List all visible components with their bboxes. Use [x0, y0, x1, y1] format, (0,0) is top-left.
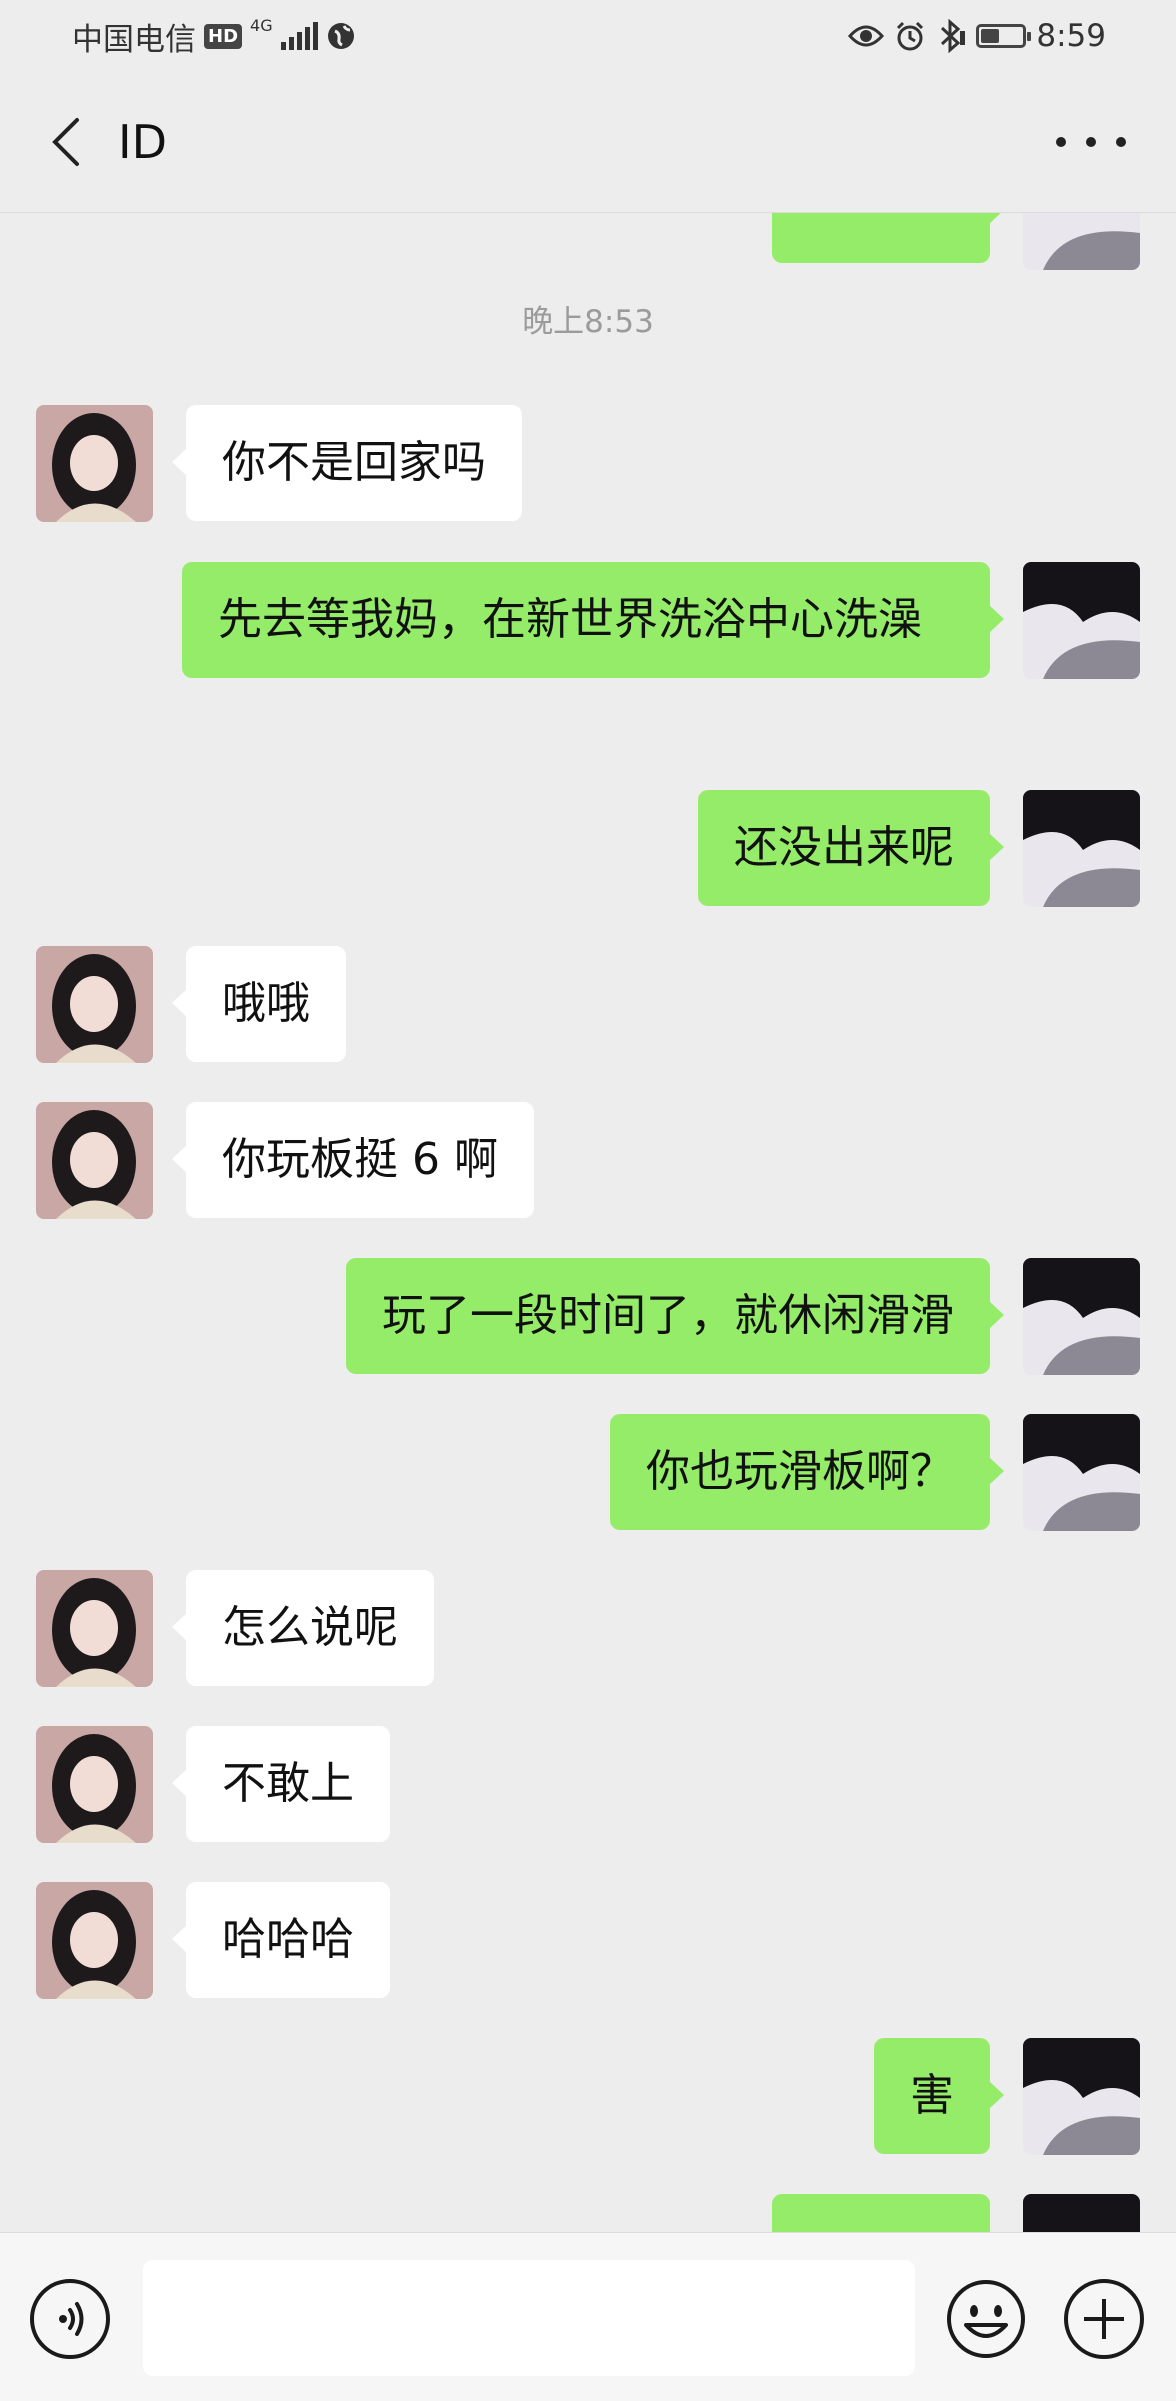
- avatar-self[interactable]: [1023, 213, 1140, 270]
- alarm-icon: [897, 21, 924, 51]
- more-button[interactable]: [1056, 112, 1126, 172]
- message-bubble[interactable]: 怎么说呢: [172, 1570, 434, 1686]
- chat-title: ID: [118, 115, 167, 169]
- message-bubble[interactable]: 玩了一段时间了，就休闲滑滑: [346, 1258, 1004, 1374]
- avatar-contact[interactable]: [36, 946, 153, 1063]
- avatar-contact[interactable]: [36, 1726, 153, 1843]
- emoji-icon: [947, 2280, 1025, 2358]
- message-bubble[interactable]: 你也玩滑板啊？: [610, 1414, 1004, 1530]
- emoji-button[interactable]: [946, 2279, 1026, 2359]
- eye-icon: [848, 25, 885, 47]
- avatar-self[interactable]: [1023, 1414, 1140, 1531]
- back-chevron-icon: [52, 118, 79, 166]
- message-bubble[interactable]: 哈哈哈: [172, 1882, 390, 1998]
- avatar-contact[interactable]: [36, 405, 153, 522]
- message-bubble[interactable]: 不敢上: [172, 1726, 390, 1842]
- message-bubble-partial[interactable]: [772, 213, 1004, 263]
- bluetooth-icon: [941, 19, 966, 53]
- carrier-label: 中国电信: [72, 21, 196, 58]
- avatar-self[interactable]: [1023, 1258, 1140, 1375]
- status-bar: 中国电信 HD 4G 8:59: [0, 0, 1176, 72]
- wifi-globe-icon: [327, 23, 354, 49]
- voice-icon: [59, 2302, 84, 2336]
- status-left: 中国电信 HD 4G: [72, 12, 356, 60]
- chat-header: ID: [0, 72, 1176, 213]
- message-input[interactable]: [143, 2260, 915, 2376]
- input-bar: [0, 2232, 1176, 2401]
- signal-icon: [280, 22, 318, 50]
- avatar-contact[interactable]: [36, 1882, 153, 1999]
- avatar-self[interactable]: [1023, 2038, 1140, 2155]
- message-list[interactable]: 晚上8:53 你不是回家吗 先去等我妈，在新世界洗浴中心洗澡 还没出来呢 哦哦 …: [0, 213, 1176, 2232]
- battery-icon: [976, 24, 1032, 48]
- plus-button[interactable]: [1064, 2279, 1144, 2359]
- timestamp: 晚上8:53: [522, 304, 654, 340]
- back-button[interactable]: [36, 112, 96, 172]
- network-type-label: 4G: [250, 16, 273, 35]
- message-bubble[interactable]: 你不是回家吗: [172, 405, 522, 521]
- avatar-contact[interactable]: [36, 1102, 153, 1219]
- message-bubble[interactable]: 哦哦: [172, 946, 346, 1062]
- status-time: 8:59: [1036, 18, 1106, 54]
- more-dots-icon: [1056, 137, 1126, 147]
- message-bubble[interactable]: 还没出来呢: [698, 790, 1004, 906]
- message-bubble[interactable]: 你玩板挺 6 啊: [172, 1102, 534, 1218]
- message-bubble[interactable]: 先去等我妈，在新世界洗浴中心洗澡: [182, 562, 1004, 678]
- message-bubble[interactable]: 害: [874, 2038, 1004, 2154]
- avatar-self[interactable]: [1023, 790, 1140, 907]
- message-bubble-partial[interactable]: [772, 2194, 990, 2232]
- avatar-self[interactable]: [1023, 562, 1140, 679]
- voice-button[interactable]: [30, 2279, 110, 2359]
- hd-icon: HD: [204, 23, 243, 49]
- status-right: 8:59: [848, 12, 1106, 60]
- avatar-contact[interactable]: [36, 1570, 153, 1687]
- avatar-self[interactable]: [1023, 2194, 1140, 2232]
